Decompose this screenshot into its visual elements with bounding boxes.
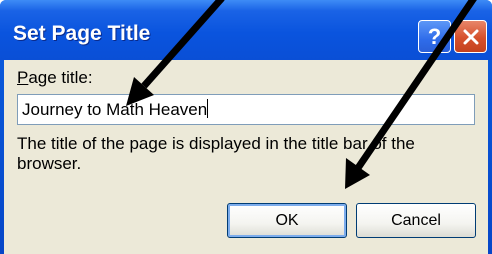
arrow-to-ok-button [345,0,477,189]
annotation-arrows [126,0,477,189]
arrow-to-input [126,0,225,106]
